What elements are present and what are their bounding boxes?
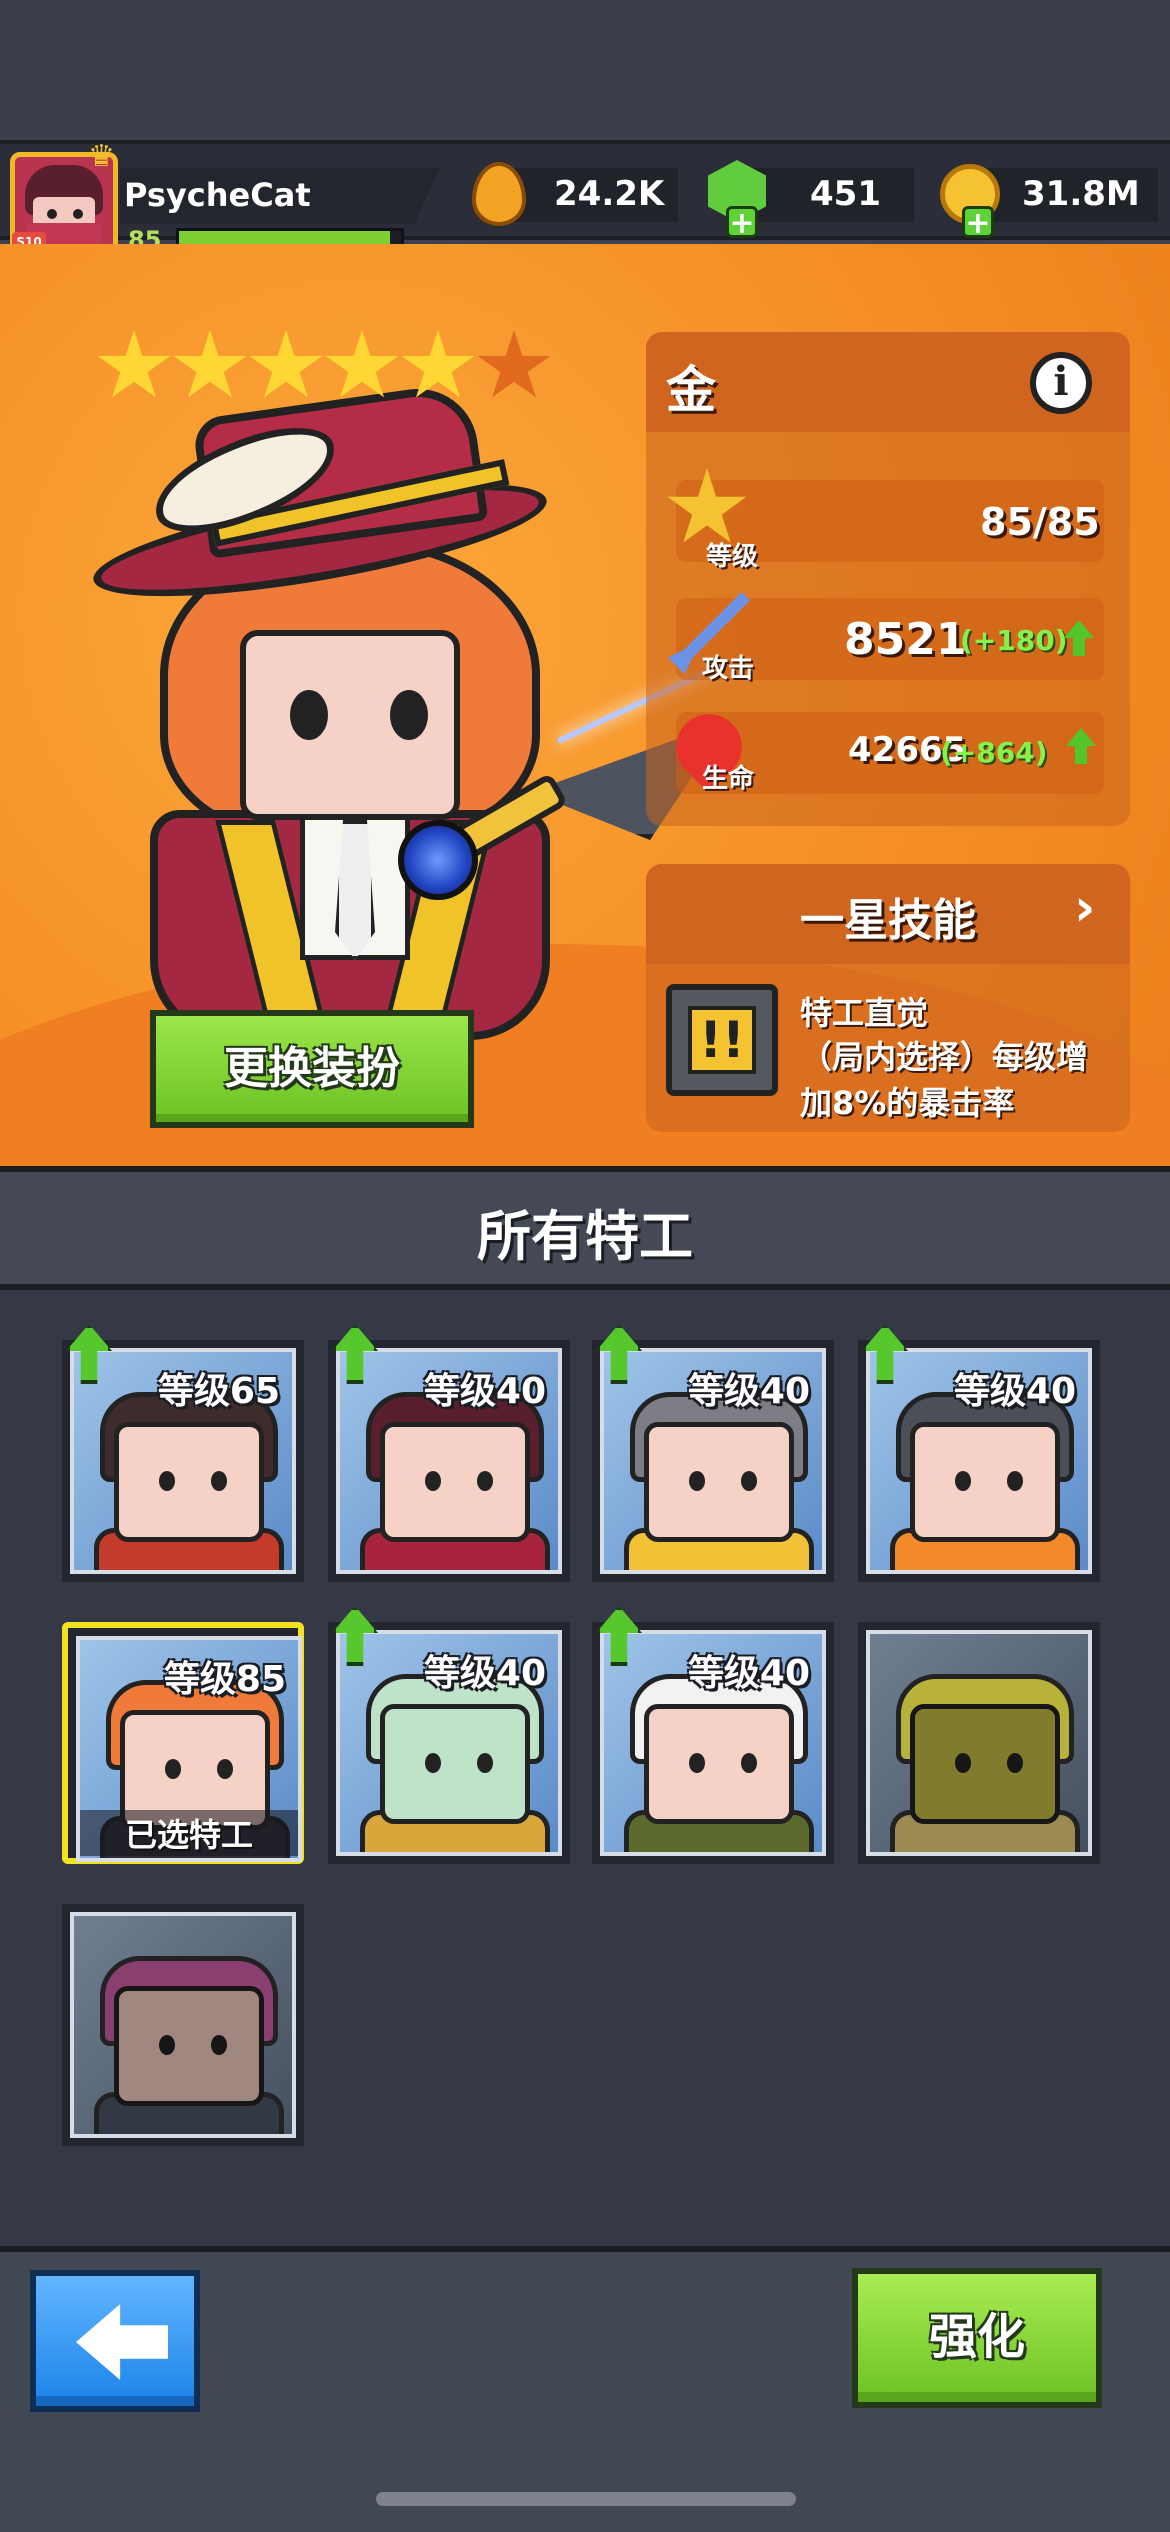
agent-eye (159, 1471, 175, 1491)
agent-card[interactable]: 等级40 (592, 1606, 834, 1864)
skill-icon-glyph: !! (688, 1006, 756, 1074)
agent-card[interactable] (858, 1622, 1100, 1864)
upgrade-button[interactable]: 强化 (852, 2268, 1102, 2408)
skill-alert-icon: !! (666, 984, 778, 1096)
gem-value: 451 (810, 174, 881, 214)
avatar-eye (47, 209, 57, 219)
attack-label: 攻击 (702, 654, 755, 684)
health-bonus: (+864) (940, 736, 1048, 769)
arrow-left-icon (76, 2304, 168, 2380)
energy-value: 24.2K (554, 174, 665, 214)
agent-face (114, 1422, 264, 1542)
add-gold-icon[interactable]: + (962, 206, 994, 239)
agent-face (910, 1704, 1060, 1824)
agent-level-label: 等级40 (423, 1371, 546, 1412)
agent-card[interactable]: 等级40 (592, 1324, 834, 1582)
chevron-right-icon[interactable]: › (1074, 878, 1095, 938)
upgrade-label: 强化 (928, 2309, 1025, 2365)
selected-agent-label: 已选特工 (80, 1810, 298, 1856)
punk-agent-icon (74, 1916, 292, 2134)
agent-eye (1007, 1471, 1023, 1491)
agent-portrait-frame (866, 1630, 1092, 1856)
weapon-orb (398, 820, 478, 900)
agent-card[interactable]: 等级40 (328, 1324, 570, 1582)
agent-portrait-frame: 等级85 已选特工 (76, 1636, 302, 1862)
agent-eye (211, 1471, 227, 1491)
agent-level-label: 等级40 (423, 1653, 546, 1694)
avatar-eye (73, 209, 83, 219)
agent-portrait-frame: 等级40 (336, 1630, 562, 1856)
agent-face (380, 1422, 530, 1542)
agent-eye (165, 1759, 181, 1779)
change-outfit-button[interactable]: 更换装扮 (150, 1010, 474, 1128)
agent-face (114, 1986, 264, 2106)
skill-tier-title: 一星技能 (800, 895, 976, 946)
agent-eye (477, 1471, 493, 1491)
agent-card[interactable] (62, 1904, 304, 2146)
agent-eye (211, 2035, 227, 2055)
agent-eye (689, 1753, 705, 1773)
attack-bonus: (+180) (960, 624, 1068, 657)
agent-portrait-frame: 等级40 (336, 1348, 562, 1574)
agent-portrait-frame: 等级40 (600, 1630, 826, 1856)
level-label: 等级 (706, 542, 759, 572)
skill-name: 特工直觉 (800, 994, 929, 1032)
agent-portrait-frame: 等级65 (70, 1348, 296, 1574)
sponge-agent-icon (870, 1634, 1088, 1852)
agent-level-label: 等级40 (953, 1371, 1076, 1412)
back-button[interactable] (30, 2270, 200, 2412)
crown-icon: ♛ (88, 139, 115, 174)
health-label: 生命 (702, 764, 755, 794)
hero-eye (290, 690, 328, 740)
agent-eye (425, 1471, 441, 1491)
agent-level-label: 等级65 (157, 1371, 280, 1412)
agent-eye (741, 1753, 757, 1773)
agent-level-label: 等级40 (687, 1371, 810, 1412)
agent-portrait-frame (70, 1912, 296, 2138)
agent-eye (159, 2035, 175, 2055)
level-value: 85/85 (980, 500, 1100, 544)
agent-level-label: 等级40 (687, 1653, 810, 1694)
section-title: 所有特工 (477, 1205, 693, 1268)
agent-card[interactable]: 等级40 (858, 1324, 1100, 1582)
skill-description: （局内选择）每级增加8%的暴击率 (800, 1038, 1089, 1122)
info-icon[interactable]: i (1030, 352, 1092, 414)
agent-card[interactable]: 等级40 (328, 1606, 570, 1864)
home-indicator[interactable] (376, 2492, 796, 2506)
agent-level-label: 等级85 (163, 1659, 286, 1700)
agent-eye (955, 1471, 971, 1491)
agent-face (910, 1422, 1060, 1542)
agent-face (644, 1704, 794, 1824)
agent-portrait-frame: 等级40 (866, 1348, 1092, 1574)
hero-rarity: 金 (666, 361, 716, 419)
add-gems-icon[interactable]: + (726, 206, 758, 239)
agent-face (644, 1422, 794, 1542)
agent-eye (425, 1753, 441, 1773)
system-status-bar (0, 0, 1170, 140)
agent-face (380, 1704, 530, 1824)
agent-eye (689, 1471, 705, 1491)
agent-eye (955, 1753, 971, 1773)
change-outfit-label: 更换装扮 (224, 1043, 400, 1094)
gold-value: 31.8M (1022, 174, 1140, 214)
hero-character-musketeer (86, 380, 730, 1040)
agent-card[interactable]: 等级85 已选特工 (62, 1622, 304, 1864)
agent-portrait-frame: 等级40 (600, 1348, 826, 1574)
agent-eye (217, 1759, 233, 1779)
player-name: PsycheCat (124, 176, 311, 214)
agent-eye (741, 1471, 757, 1491)
agent-eye (1007, 1753, 1023, 1773)
agent-card[interactable]: 等级65 (62, 1324, 304, 1582)
agent-eye (477, 1753, 493, 1773)
attack-value: 8521 (844, 614, 967, 665)
